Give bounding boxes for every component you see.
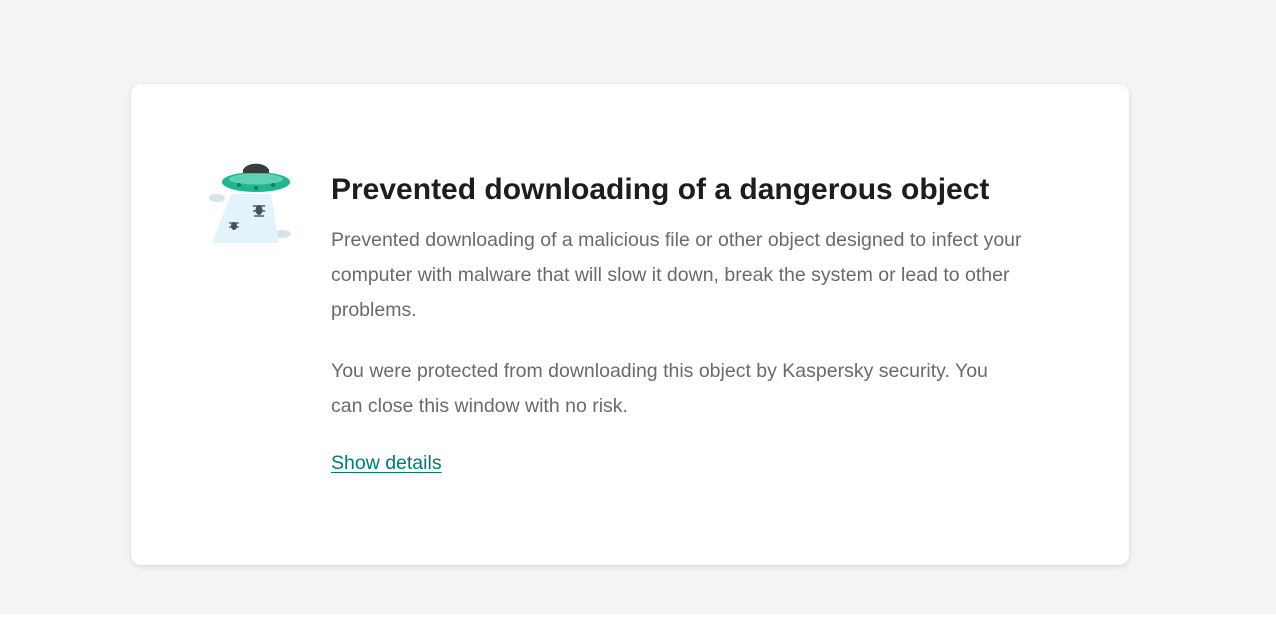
- dialog-description: Prevented downloading of a malicious fil…: [331, 229, 1022, 321]
- protection-note: You were protected from downloading this…: [331, 360, 988, 417]
- show-details-link[interactable]: Show details: [331, 448, 442, 478]
- dialog-content: Prevented downloading of a dangerous obj…: [331, 172, 1051, 478]
- dialog-title: Prevented downloading of a dangerous obj…: [331, 173, 990, 206]
- page-bottom-strip: [0, 614, 1276, 618]
- ufo-beam-malware-icon: [209, 160, 295, 246]
- blocked-download-card: Prevented downloading of a dangerous obj…: [131, 84, 1129, 565]
